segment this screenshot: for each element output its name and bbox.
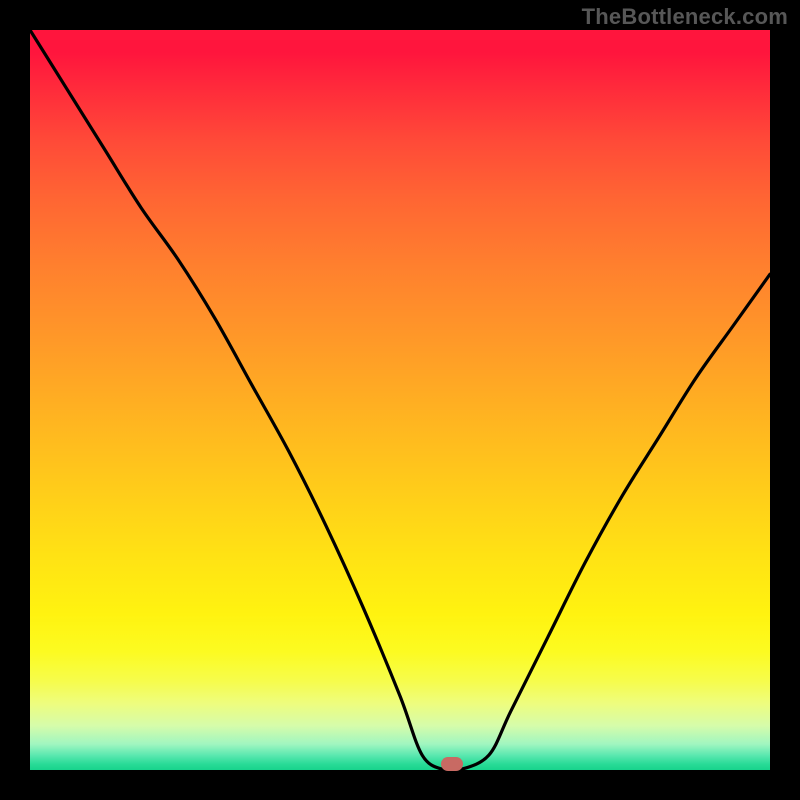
bottleneck-curve xyxy=(30,30,770,770)
plot-area xyxy=(30,30,770,770)
optimal-point-marker xyxy=(441,757,463,771)
chart-frame: TheBottleneck.com xyxy=(0,0,800,800)
watermark-text: TheBottleneck.com xyxy=(582,4,788,30)
